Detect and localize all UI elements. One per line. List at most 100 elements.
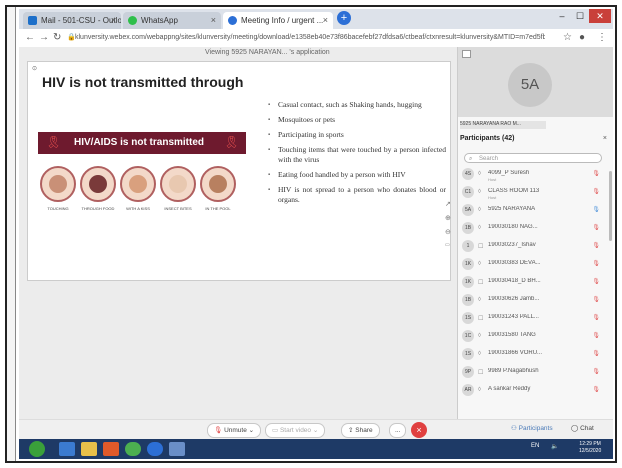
webex-icon[interactable] [147,442,163,456]
mic-icon: ◊ [478,351,481,357]
muted-mic-icon[interactable]: 🎙 [592,224,600,231]
url-field[interactable]: klunversity.webex.com/webappng/sites/klu… [75,32,545,44]
start-button[interactable] [29,441,45,457]
zoom-in-icon[interactable]: ⊕ [445,214,451,222]
image-label: TOUCHING [47,206,69,211]
participant-role: Host [488,177,497,182]
participant-row[interactable]: 5A ◊ 5925 NARAYANA 🎙 [462,201,602,219]
muted-mic-icon[interactable]: 🎙 [592,332,600,339]
scrollbar[interactable] [609,171,612,241]
participant-row[interactable]: 1B ◊ 190030626 Jamb... 🎙 [462,291,602,309]
tray-icons[interactable]: EN [531,443,539,449]
participant-row[interactable]: 1B ◊ 190030180 NAG... 🎙 [462,219,602,237]
internet-explorer-icon[interactable] [59,442,75,456]
participants-title: Participants (42) [460,135,515,142]
muted-mic-icon[interactable]: 🎙 [592,242,600,249]
left-edge [7,7,16,461]
forward-icon[interactable]: → [39,32,49,43]
participant-row[interactable]: 1 ☐ 190030237_Ishav 🎙 [462,237,602,255]
share-button[interactable]: ⇪ Share [341,423,380,438]
mic-icon: ◊ [478,189,481,195]
zoom-out-icon[interactable]: ⊖ [445,228,451,236]
whatsapp-icon [128,16,137,25]
outlook-icon [28,16,37,25]
close-icon[interactable]: × [211,15,216,25]
participant-row[interactable]: AR ◊ A sankar Reddy 🎙 [462,381,602,399]
participant-name: 190031580 TANG [488,332,536,338]
tab-whatsapp[interactable]: WhatsApp × [123,12,221,29]
muted-mic-icon[interactable]: 🎙 [592,278,600,285]
participant-row[interactable]: C1 ◊ CLASS ROOM 113 Host 🎙 [462,183,602,201]
muted-mic-icon[interactable]: 🎙 [592,296,600,303]
share-label: Share [355,427,373,434]
participants-label: Participants [518,425,553,432]
participant-row[interactable]: 1S ☐ 190031243 PALL... 🎙 [462,309,602,327]
handshake-icon [40,166,76,202]
chat-button[interactable]: ◯ Chat [571,424,594,432]
muted-mic-icon[interactable]: 🎙 [592,386,600,393]
mic-icon: ◊ [478,261,481,267]
bullet-item: HIV is not spread to a person who donate… [268,185,446,205]
tab-meeting[interactable]: Meeting Info / urgent ... × [223,12,333,29]
chat-icon: ◯ [571,425,579,432]
avatar: AR [462,384,474,396]
participants-button[interactable]: ⚇ Participants [511,424,553,432]
share-icon: ⇪ [348,427,354,434]
desktop-screen: Mail - 501-CSU - Outlook × WhatsApp × Me… [19,9,613,459]
muted-mic-icon[interactable]: 🎙 [592,170,600,177]
close-window-icon[interactable]: ✕ [589,9,611,23]
tab-outlook[interactable]: Mail - 501-CSU - Outlook × [23,12,121,29]
participant-search-input[interactable]: ⌕ Search [464,153,602,163]
paint-icon[interactable] [169,442,185,456]
active-mic-icon[interactable]: 🎙 [592,206,600,213]
participant-name: 190030237_Ishav [488,242,536,248]
mosquito-icon [160,166,196,202]
participant-row[interactable]: 1K ◊ 190030383 DEVA... 🎙 [462,255,602,273]
more-options-button[interactable]: ... [389,423,407,438]
phone-icon: ☐ [478,244,484,250]
file-explorer-icon[interactable] [81,442,97,456]
chrome-icon[interactable] [125,442,141,456]
annotate-icon[interactable]: ↗ [445,200,451,208]
media-player-icon[interactable] [103,442,119,456]
avatar: 9P [462,366,474,378]
minimize-icon[interactable]: – [553,9,571,23]
menu-icon[interactable]: ⋮ [597,32,607,43]
video-name-label: 5925 NARAYANA RAO M... [460,121,546,129]
muted-mic-icon[interactable]: 🎙 [592,350,600,357]
participant-name: 9989 P.Nagabhush [488,368,539,374]
bullet-item: Participating in sports [268,130,446,140]
layout-icon[interactable] [462,50,471,58]
new-tab-button[interactable]: + [337,11,351,25]
muted-mic-icon[interactable]: 🎙 [592,368,600,375]
bullet-item: Casual contact, such as Shaking hands, h… [268,100,446,110]
end-call-button[interactable]: × [411,422,427,438]
participant-row[interactable]: 1C ◊ 190031580 TANG 🎙 [462,327,602,345]
bullet-item: Mosquitoes or pets [268,115,446,125]
muted-mic-icon[interactable]: 🎙 [592,314,600,321]
unmute-button[interactable]: 🎙 Unmute ⌄ [207,423,262,438]
muted-mic-icon[interactable]: 🎙 [592,260,600,267]
profile-icon[interactable]: ● [579,32,585,43]
reload-icon[interactable]: ↻ [53,32,61,43]
close-icon[interactable]: × [323,15,328,25]
fit-icon[interactable]: ▭ [445,242,450,248]
participant-row[interactable]: 4S ◊ 4099_P Suresh Host 🎙 [462,165,602,183]
chevron-down-icon: ⌄ [248,427,255,434]
volume-icon[interactable]: 🔈 [551,443,558,450]
back-icon[interactable]: ← [25,32,35,43]
maximize-icon[interactable]: ☐ [571,9,589,23]
muted-mic-icon[interactable]: 🎙 [592,188,600,195]
close-icon[interactable]: × [111,15,116,25]
start-video-button[interactable]: ▭ Start video ⌄ [265,423,326,438]
avatar: C1 [462,186,474,198]
food-plate-icon [80,166,116,202]
clock[interactable]: 12:29 PM 12/5/2020 [579,441,601,455]
participant-row[interactable]: 1K ☐ 190030418_D BH... 🎙 [462,273,602,291]
star-icon[interactable]: ☆ [563,32,572,43]
close-icon[interactable]: × [603,135,607,142]
participant-row[interactable]: 9P ☐ 9989 P.Nagabhush 🎙 [462,363,602,381]
screenshot-frame: Mail - 501-CSU - Outlook × WhatsApp × Me… [5,5,617,463]
mic-icon: ◊ [478,297,481,303]
participant-row[interactable]: 1S ◊ 190031866 VORU... 🎙 [462,345,602,363]
